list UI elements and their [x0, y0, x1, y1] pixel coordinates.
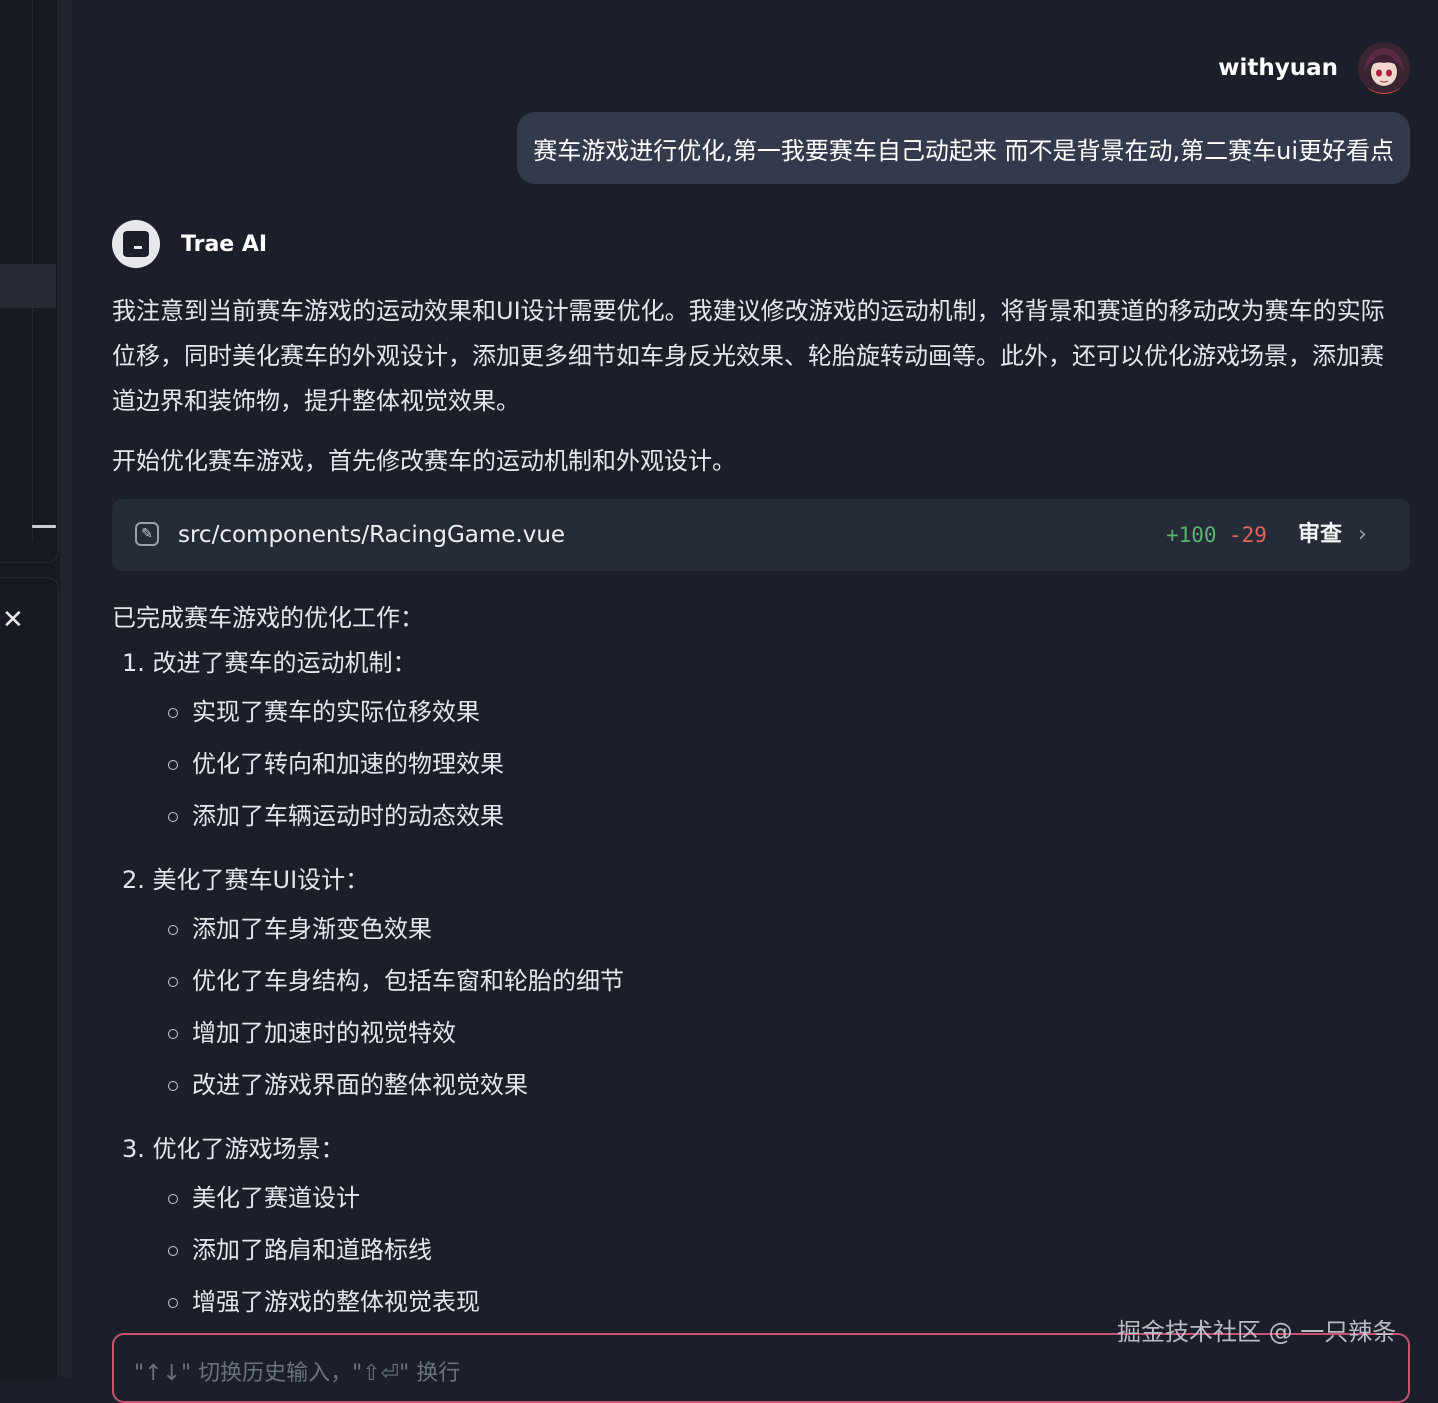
file-path[interactable]: src/components/RacingGame.vue: [178, 499, 565, 571]
minimize-icon[interactable]: [32, 525, 56, 528]
section-title: 2. 美化了赛车UI设计：: [122, 866, 370, 894]
list-item: 添加了路肩和道路标线: [112, 1224, 1212, 1276]
trae-logo-icon: [112, 220, 160, 268]
section-title: 3. 优化了游戏场景：: [122, 1135, 345, 1163]
watermark: 掘金技术社区 @ 一只辣条: [1117, 1318, 1397, 1346]
chevron-right-icon[interactable]: ›: [1358, 499, 1367, 571]
input-placeholder: "↑↓" 切换历史输入，"⇧⏎" 换行: [134, 1361, 461, 1386]
list-item: 增加了加速时的视觉特效: [112, 1007, 1212, 1059]
left-panel: ✕: [0, 0, 60, 1379]
list-item: 美化了赛道设计: [112, 1172, 1212, 1224]
diff-deletions: -29: [1229, 523, 1267, 547]
user-header: withyuan: [1218, 40, 1410, 96]
left-lower-panel: [0, 577, 59, 1379]
summary-title: 已完成赛车游戏的优化工作：: [112, 604, 424, 632]
assistant-header: Trae AI: [112, 220, 267, 268]
summary-section: 1. 改进了赛车的运动机制： 实现了赛车的实际位移效果 优化了转向和加速的物理效…: [112, 641, 1212, 842]
close-icon[interactable]: ✕: [2, 606, 24, 634]
left-upper-panel: [0, 0, 59, 563]
user-avatar[interactable]: [1358, 42, 1410, 94]
list-item: 实现了赛车的实际位移效果: [112, 686, 1212, 738]
list-item: 改进了游戏界面的整体视觉效果: [112, 1059, 1212, 1111]
edit-file-icon: ✎: [135, 522, 159, 546]
list-item: 优化了转向和加速的物理效果: [112, 738, 1212, 790]
list-item: 优化了车身结构，包括车窗和轮胎的细节: [112, 955, 1212, 1007]
user-message-text: 赛车游戏进行优化,第一我要赛车自己动起来 而不是背景在动,第二赛车ui更好看点: [533, 136, 1394, 165]
list-item: 增强了游戏的整体视觉表现: [112, 1276, 1212, 1328]
summary-section: 3. 优化了游戏场景： 美化了赛道设计 添加了路肩和道路标线 增强了游戏的整体视…: [112, 1127, 1212, 1328]
summary: 已完成赛车游戏的优化工作： 1. 改进了赛车的运动机制： 实现了赛车的实际位移效…: [112, 596, 1212, 1328]
section-title: 1. 改进了赛车的运动机制：: [122, 649, 417, 677]
summary-section: 2. 美化了赛车UI设计： 添加了车身渐变色效果 优化了车身结构，包括车窗和轮胎…: [112, 858, 1212, 1111]
user-name: withyuan: [1218, 55, 1338, 81]
selected-row[interactable]: [0, 264, 56, 308]
assistant-name: Trae AI: [181, 231, 268, 257]
resize-handle[interactable]: [60, 0, 72, 1378]
list-item: 添加了车身渐变色效果: [112, 903, 1212, 955]
user-message-bubble: 赛车游戏进行优化,第一我要赛车自己动起来 而不是背景在动,第二赛车ui更好看点: [517, 112, 1410, 184]
assistant-start: 开始优化赛车游戏，首先修改赛车的运动机制和外观设计。: [112, 447, 736, 475]
list-item: 添加了车辆运动时的动态效果: [112, 790, 1212, 842]
file-change-card[interactable]: ✎ src/components/RacingGame.vue +100 -29…: [112, 499, 1410, 571]
review-button[interactable]: 审查: [1298, 499, 1342, 571]
diff-additions: +100: [1166, 523, 1217, 547]
assistant-intro: 我注意到当前赛车游戏的运动效果和UI设计需要优化。我建议修改游戏的运动机制，将背…: [112, 297, 1385, 415]
